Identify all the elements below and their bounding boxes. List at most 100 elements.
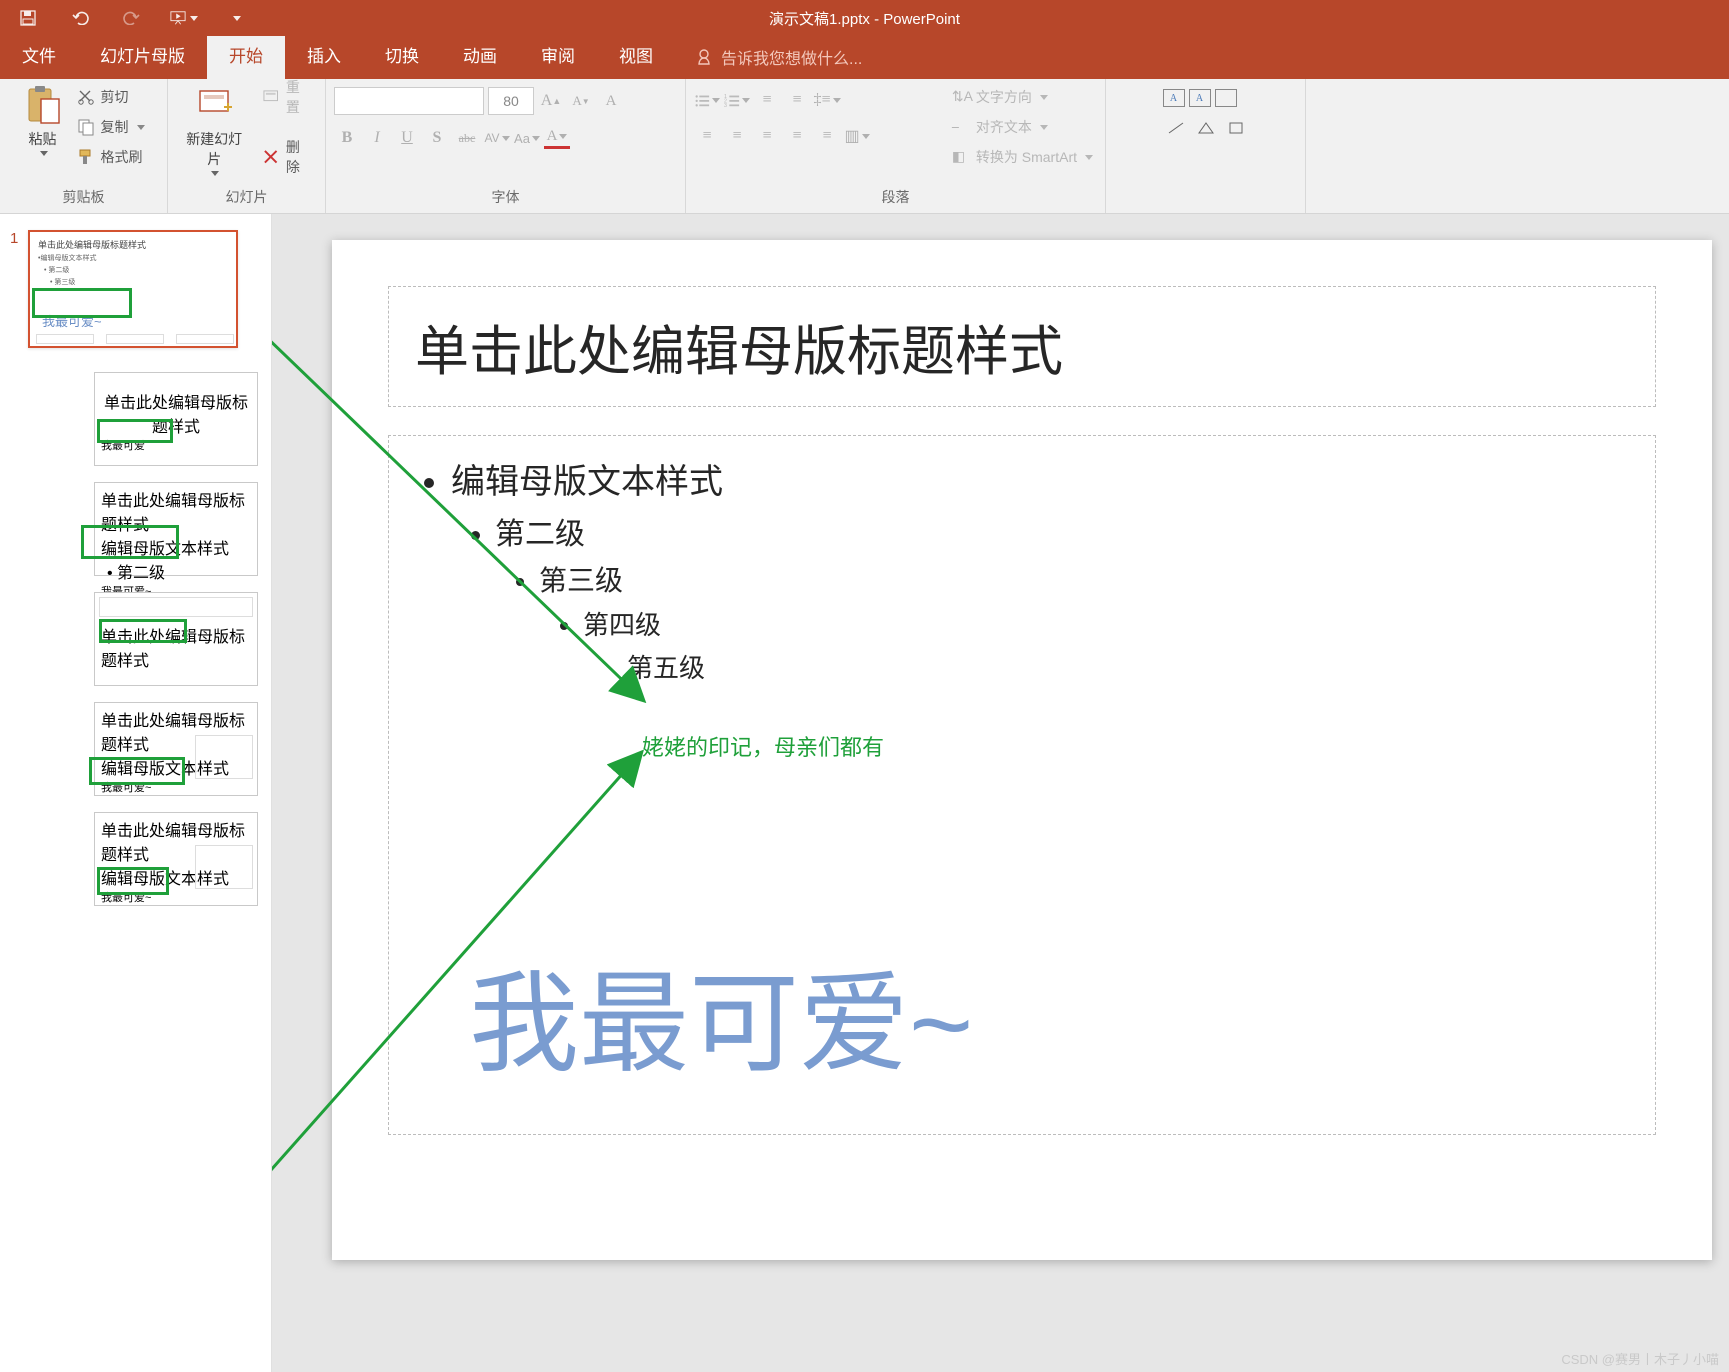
paste-button[interactable]: 粘贴 [19, 83, 67, 158]
tab-view[interactable]: 视图 [597, 32, 675, 79]
align-text-button[interactable]: ⎯对齐文本 [948, 113, 1097, 141]
title-text: 单击此处编辑母版标题样式 [415, 322, 1063, 382]
increase-indent-icon[interactable]: ≡ [784, 87, 810, 113]
paragraph-group-label: 段落 [694, 183, 1097, 213]
body-level4: 第四级 [583, 610, 661, 640]
increase-font-icon[interactable]: A▲ [538, 88, 564, 114]
justify-icon[interactable]: ≡ [784, 123, 810, 149]
decrease-font-icon[interactable]: A▼ [568, 88, 594, 114]
save-icon[interactable] [14, 4, 42, 32]
tell-me-search[interactable]: 告诉我您想做什么... [675, 45, 862, 79]
undo-icon[interactable] [66, 4, 94, 32]
green-highlight-4 [99, 619, 187, 643]
clear-format-icon[interactable]: A [598, 88, 624, 114]
tab-home[interactable]: 开始 [207, 32, 285, 79]
qat-customize-icon[interactable] [222, 4, 250, 32]
thumb1-body: •编辑母版文本样式 [38, 253, 228, 263]
format-painter-label: 格式刷 [101, 147, 143, 167]
body-placeholder[interactable]: 编辑母版文本样式 第二级 第三级 第四级 第五级 我最可爱~ [388, 435, 1656, 1135]
tab-slide-master[interactable]: 幻灯片母版 [78, 32, 207, 79]
tab-file[interactable]: 文件 [0, 32, 78, 79]
shape-triangle-icon[interactable] [1193, 115, 1219, 141]
char-spacing-button[interactable]: AV [484, 125, 510, 151]
copy-button[interactable]: 复制 [73, 113, 149, 141]
cut-button[interactable]: 剪切 [73, 83, 149, 111]
green-highlight-5 [89, 757, 185, 785]
body-level5: 第五级 [627, 653, 705, 683]
decrease-indent-icon[interactable]: ≡ [754, 87, 780, 113]
green-highlight-6 [97, 867, 169, 895]
green-highlight-1 [32, 288, 132, 318]
redo-icon[interactable] [118, 4, 146, 32]
text-direction-button[interactable]: ⇅A文字方向 [948, 83, 1097, 111]
shape-textbox-icon[interactable]: A [1163, 89, 1185, 107]
font-group-label: 字体 [334, 183, 677, 213]
bold-button[interactable]: B [334, 125, 360, 151]
columns-icon[interactable]: ▥ [844, 123, 870, 149]
align-center-icon[interactable]: ≡ [724, 123, 750, 149]
tab-review[interactable]: 审阅 [519, 32, 597, 79]
smartart-button[interactable]: ◧转换为 SmartArt [948, 143, 1097, 171]
big-text[interactable]: 我最可爱~ [469, 934, 973, 1094]
thumb1-l2: • 第二级 [38, 265, 228, 275]
shape-textbox2-icon[interactable]: A [1189, 89, 1211, 107]
new-slide-label: 新建幻灯片 [180, 129, 248, 169]
delete-button[interactable]: 删除 [258, 143, 317, 171]
strike-button[interactable]: abc [454, 125, 480, 151]
align-text-label: 对齐文本 [976, 117, 1032, 137]
change-case-button[interactable]: Aa [514, 125, 540, 151]
shadow-button[interactable]: S [424, 125, 450, 151]
smartart-label: 转换为 SmartArt [976, 147, 1077, 167]
slide-canvas[interactable]: 单击此处编辑母版标题样式 编辑母版文本样式 第二级 第三级 第四级 第五级 [332, 240, 1712, 1260]
tab-animation[interactable]: 动画 [441, 32, 519, 79]
body-level3: 第三级 [539, 565, 623, 596]
thumbnail-layout-6[interactable]: 单击此处编辑母版标题样式 编辑母版文本样式 我最可爱~ [94, 812, 258, 906]
thumbnail-layout-2[interactable]: 单击此处编辑母版标题样式 我最可爱 [94, 372, 258, 466]
thumb1-title: 单击此处编辑母版标题样式 [38, 238, 228, 251]
green-highlight-3 [81, 525, 179, 559]
font-size-combo[interactable] [488, 87, 534, 115]
text-direction-label: 文字方向 [976, 87, 1032, 107]
tab-insert[interactable]: 插入 [285, 32, 363, 79]
reset-button: 重置 [258, 83, 317, 111]
body-level2: 第二级 [495, 518, 585, 551]
thumbnail-pane[interactable]: 1 单击此处编辑母版标题样式 •编辑母版文本样式 • 第二级 • 第三级 我最可… [0, 214, 272, 1372]
thumbnail-layout-5[interactable]: 单击此处编辑母版标题样式 编辑母版文本样式 我最可爱~ [94, 702, 258, 796]
quick-access-toolbar: 演示文稿1.pptx - PowerPoint [0, 0, 1729, 36]
format-painter-button[interactable]: 格式刷 [73, 143, 149, 171]
new-slide-button[interactable]: 新建幻灯片 [176, 83, 252, 178]
tab-transition[interactable]: 切换 [363, 32, 441, 79]
ribbon-tabs: 文件 幻灯片母版 开始 插入 切换 动画 审阅 视图 告诉我您想做什么... [0, 36, 1729, 79]
slides-group-label: 幻灯片 [176, 183, 317, 213]
thumbnail-layout-4[interactable]: 单击此处编辑母版标题样式 [94, 592, 258, 686]
body-level1: 编辑母版文本样式 [451, 463, 723, 501]
slide-editor[interactable]: 单击此处编辑母版标题样式 编辑母版文本样式 第二级 第三级 第四级 第五级 [272, 214, 1729, 1372]
window-title: 演示文稿1.pptx - PowerPoint [769, 8, 960, 29]
shape-line-icon[interactable] [1163, 115, 1189, 141]
title-placeholder[interactable]: 单击此处编辑母版标题样式 [388, 286, 1656, 407]
shape-square-icon[interactable] [1223, 115, 1249, 141]
green-annotation-text: 姥姥的印记，母亲们都有 [642, 730, 884, 762]
reset-label: 重置 [286, 77, 313, 117]
thumb1-l3: • 第三级 [38, 277, 228, 287]
bullets-icon[interactable] [694, 87, 720, 113]
slide-number-1: 1 [10, 230, 18, 247]
thumbnail-master[interactable]: 单击此处编辑母版标题样式 •编辑母版文本样式 • 第二级 • 第三级 我最可爱~ [28, 230, 238, 348]
workspace: 1 单击此处编辑母版标题样式 •编辑母版文本样式 • 第二级 • 第三级 我最可… [0, 214, 1729, 1372]
thumbnail-layout-3[interactable]: 单击此处编辑母版标题样式 编辑母版文本样式 • 第二级 我最可爱~ [94, 482, 258, 576]
tell-me-placeholder: 告诉我您想做什么... [721, 45, 862, 69]
shape-rect-icon[interactable] [1215, 89, 1237, 107]
slideshow-icon[interactable] [170, 4, 198, 32]
line-spacing-icon[interactable]: ‡≡ [814, 87, 840, 113]
ribbon: 粘贴 剪切 复制 格式刷 剪贴板 新建幻灯片 重置 删除 幻灯片 [0, 79, 1729, 214]
thumb3-l2: • 第二级 [101, 559, 251, 583]
align-right-icon[interactable]: ≡ [754, 123, 780, 149]
font-name-combo[interactable] [334, 87, 484, 115]
watermark: CSDN @赛男丨木子丿小喵 [1561, 1349, 1719, 1368]
font-color-button[interactable]: A [544, 127, 570, 149]
numbering-icon[interactable]: 123 [724, 87, 750, 113]
italic-button[interactable]: I [364, 125, 390, 151]
underline-button[interactable]: U [394, 125, 420, 151]
align-left-icon[interactable]: ≡ [694, 123, 720, 149]
distribute-icon[interactable]: ≡ [814, 123, 840, 149]
